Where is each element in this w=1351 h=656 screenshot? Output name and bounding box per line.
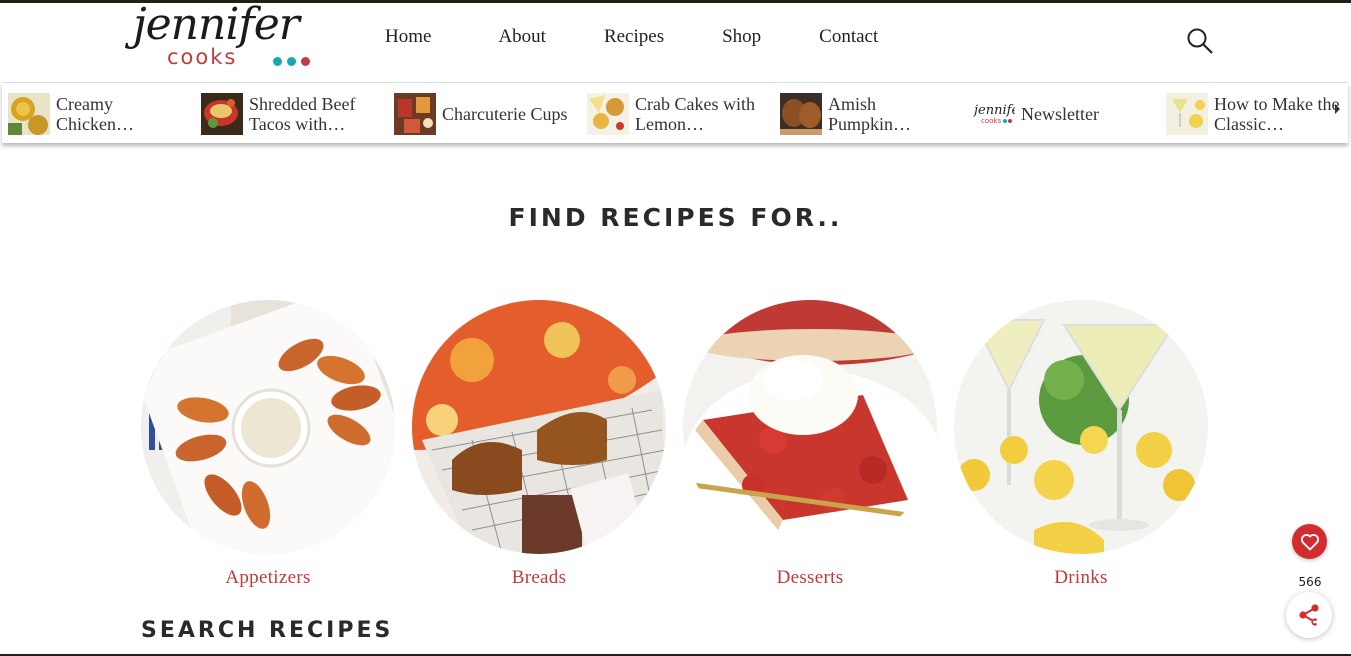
logo-dots (273, 57, 310, 66)
nav-home[interactable]: Home (385, 26, 431, 48)
main-nav: Home About Recipes Shop Contact (385, 26, 936, 48)
strip-item-title: Charcuterie Cups (442, 104, 568, 124)
strip-item-title: Shredded Beef Tacos with… (249, 94, 356, 134)
newsletter-logo-icon: jennifercooks (973, 103, 1015, 125)
category-label[interactable]: Desserts (683, 567, 937, 589)
category-label[interactable]: Drinks (954, 567, 1208, 589)
strip-item[interactable]: Crab Cakes with Lemon… (587, 92, 765, 136)
nav-contact[interactable]: Contact (819, 26, 878, 48)
strip-item[interactable]: Shredded Beef Tacos with… (201, 92, 379, 136)
nav-about[interactable]: About (498, 26, 546, 48)
strip-item[interactable]: Creamy Chicken… (8, 92, 186, 136)
share-button[interactable] (1286, 592, 1332, 638)
breads-image (412, 300, 666, 554)
drinks-image (954, 300, 1208, 554)
strip-item-title: Crab Cakes with Lemon… (635, 94, 755, 134)
strip-item-title: How to Make the Classic… (1214, 94, 1340, 134)
crab-cakes-thumbnail-icon (587, 93, 629, 135)
strip-item-title: Newsletter (1021, 104, 1099, 124)
strip-next-arrow-icon[interactable] (1335, 104, 1340, 114)
strip-item-title: Amish Pumpkin… (828, 94, 912, 134)
strip-item[interactable]: jennifercooks Newsletter (973, 92, 1151, 136)
logo-script-text: jennifer (133, 0, 300, 50)
category-label[interactable]: Appetizers (141, 567, 395, 589)
category-appetizers[interactable]: Appetizers (141, 300, 395, 589)
search-recipes-heading: SEARCH RECIPES (141, 618, 394, 643)
drink-thumbnail-icon (1166, 93, 1208, 135)
share-count: 566 (1298, 575, 1322, 589)
nav-recipes[interactable]: Recipes (604, 26, 664, 48)
charcuterie-thumbnail-icon (394, 93, 436, 135)
soup-thumbnail-icon (8, 93, 50, 135)
recent-recipes-strip: Creamy Chicken… Shredded Beef Tacos with… (2, 82, 1348, 143)
find-recipes-heading: FIND RECIPES FOR.. (508, 203, 843, 232)
appetizers-image (141, 300, 395, 554)
share-icon (1299, 604, 1322, 627)
strip-item-title: Creamy Chicken… (56, 94, 134, 134)
logo-sub-text: cooks (167, 45, 238, 69)
svg-text:jennifer: jennifer (973, 103, 1015, 118)
category-desserts[interactable]: Desserts (683, 300, 937, 589)
favorite-heart-button[interactable] (1292, 524, 1327, 559)
category-breads[interactable]: Breads (412, 300, 666, 589)
site-header: jennifer cooks Home About Recipes Shop C… (0, 0, 1351, 82)
heart-icon (1300, 533, 1319, 550)
svg-text:cooks: cooks (981, 117, 1001, 125)
category-label[interactable]: Breads (412, 567, 666, 589)
site-logo[interactable]: jennifer cooks (133, 0, 325, 79)
pumpkin-bread-thumbnail-icon (780, 93, 822, 135)
strip-item[interactable]: Charcuterie Cups (394, 92, 572, 136)
category-drinks[interactable]: Drinks (954, 300, 1208, 589)
desserts-image (683, 300, 937, 554)
search-icon[interactable] (1186, 27, 1214, 55)
nav-shop[interactable]: Shop (722, 26, 761, 48)
strip-item[interactable]: How to Make the Classic… (1166, 92, 1344, 136)
tacos-thumbnail-icon (201, 93, 243, 135)
strip-item[interactable]: Amish Pumpkin… (780, 92, 958, 136)
